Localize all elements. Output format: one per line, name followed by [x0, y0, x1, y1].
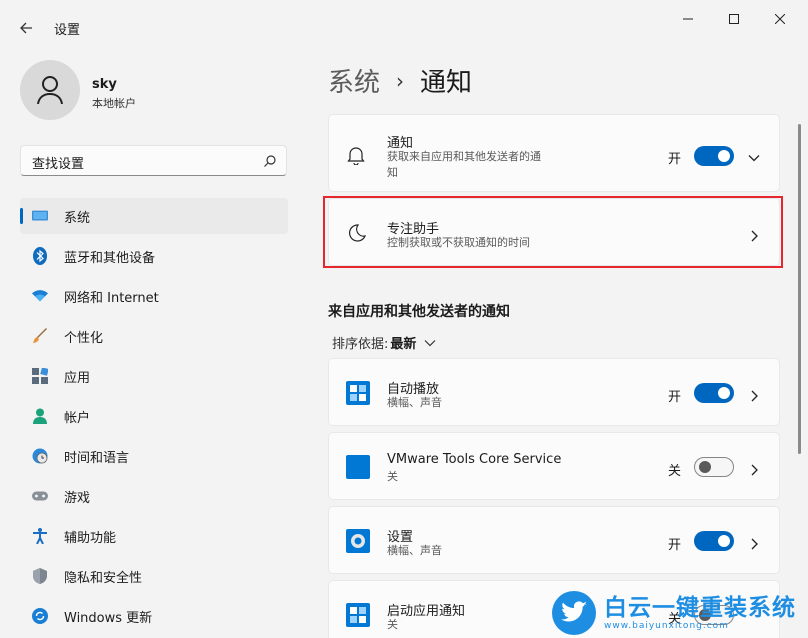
- chevron-down-icon: [424, 339, 436, 346]
- watermark-url: www.baiyunxitong.com: [604, 621, 729, 631]
- bluetooth-icon: [32, 247, 48, 265]
- sidebar-item-label: Windows 更新: [64, 610, 153, 626]
- search-icon: [263, 153, 277, 172]
- app-title: VMware Tools Core Service: [387, 452, 562, 467]
- bell-icon: [346, 145, 366, 169]
- sidebar-item-label: 蓝牙和其他设备: [64, 250, 156, 266]
- autoplay-toggle[interactable]: [694, 383, 734, 403]
- section-title: 来自应用和其他发送者的通知: [328, 304, 510, 320]
- close-button[interactable]: [757, 8, 803, 30]
- sidebar-item-label: 系统: [64, 210, 91, 226]
- app-title: 设置: [54, 23, 81, 38]
- watermark-logo: 白云一键重装系统 www.baiyunxitong.com: [552, 588, 808, 638]
- toggle-label: 开: [668, 538, 682, 553]
- chevron-down-icon[interactable]: [748, 149, 760, 168]
- avatar[interactable]: [20, 60, 80, 120]
- settings-toggle[interactable]: [694, 531, 734, 551]
- breadcrumb-separator: ›: [396, 68, 405, 93]
- sidebar-item-windows-update[interactable]: Windows 更新: [20, 598, 288, 634]
- chevron-right-icon[interactable]: [748, 535, 760, 554]
- highlight-box: [323, 196, 783, 268]
- sidebar-item-label: 隐私和安全性: [64, 570, 143, 586]
- settings-window: 设置 sky 本地帐户 查找设置 系统 蓝牙和其他设备 网络和 Internet…: [0, 0, 808, 638]
- toggle-label: 关: [668, 464, 682, 479]
- sidebar-item-privacy[interactable]: 隐私和安全性: [20, 558, 288, 594]
- app-subtitle: 横幅、声音: [387, 544, 442, 557]
- notifications-toggle[interactable]: [694, 146, 734, 166]
- app-row-vmware[interactable]: VMware Tools Core Service 关 关: [328, 432, 780, 500]
- settings-app-icon: [346, 529, 370, 557]
- accessibility-icon: [32, 528, 48, 544]
- sort-label: 排序依据:: [332, 337, 389, 352]
- notifications-card[interactable]: 通知 获取来自应用和其他发送者的通 知 开: [328, 114, 780, 192]
- sort-value: 最新: [390, 337, 417, 352]
- app-subtitle: 横幅、声音: [387, 396, 442, 409]
- sidebar-item-label: 帐户: [64, 410, 91, 426]
- globe-clock-icon: [32, 448, 48, 464]
- vmware-app-icon: [346, 455, 370, 479]
- watermark-text: 白云一键重装系统: [604, 595, 796, 621]
- app-title: 启动应用通知: [387, 604, 466, 619]
- startup-app-icon: [346, 603, 370, 631]
- sidebar-item-accessibility[interactable]: 辅助功能: [20, 518, 288, 554]
- sidebar-item-label: 网络和 Internet: [64, 290, 159, 306]
- sidebar-item-label: 辅助功能: [64, 530, 117, 546]
- monitor-icon: [32, 208, 48, 224]
- sidebar-nav: 系统 蓝牙和其他设备 网络和 Internet 个性化 应用 帐户 时间和语言 …: [20, 198, 288, 638]
- chevron-right-icon[interactable]: [748, 387, 760, 406]
- minimize-icon: [683, 18, 693, 20]
- sidebar-item-system[interactable]: 系统: [20, 198, 288, 234]
- app-row-settings[interactable]: 设置 横幅、声音 开: [328, 506, 780, 574]
- sidebar-item-time-language[interactable]: 时间和语言: [20, 438, 288, 474]
- close-icon: [775, 14, 785, 24]
- vmware-toggle[interactable]: [694, 457, 734, 477]
- bird-logo-icon: [552, 591, 596, 635]
- toggle-label: 开: [668, 390, 682, 405]
- breadcrumb: 系统 › 通知: [328, 62, 472, 99]
- maximize-icon: [729, 14, 739, 24]
- scrollbar[interactable]: [798, 124, 801, 454]
- app-subtitle: 关: [387, 618, 398, 631]
- sidebar-item-gaming[interactable]: 游戏: [20, 478, 288, 514]
- account-type: 本地帐户: [92, 97, 136, 110]
- title-bar: 设置: [0, 0, 808, 48]
- sidebar-item-label: 时间和语言: [64, 450, 130, 466]
- wifi-icon: [32, 288, 48, 304]
- sidebar-item-label: 应用: [64, 370, 91, 386]
- sidebar-item-apps[interactable]: 应用: [20, 358, 288, 394]
- apps-icon: [32, 368, 48, 384]
- sidebar-item-label: 个性化: [64, 330, 104, 346]
- sort-dropdown[interactable]: 排序依据: 最新: [332, 333, 436, 352]
- app-row-autoplay[interactable]: 自动播放 横幅、声音 开: [328, 358, 780, 426]
- shield-icon: [32, 568, 48, 584]
- person-icon: [32, 408, 48, 424]
- person-icon: [37, 76, 63, 105]
- sidebar-item-network[interactable]: 网络和 Internet: [20, 278, 288, 314]
- sidebar-item-label: 游戏: [64, 490, 91, 506]
- search-input[interactable]: 查找设置: [20, 145, 287, 176]
- sidebar-item-personalization[interactable]: 个性化: [20, 318, 288, 354]
- gamepad-icon: [32, 488, 48, 504]
- update-icon: [32, 608, 48, 624]
- breadcrumb-parent[interactable]: 系统: [328, 62, 380, 99]
- card-subtitle-cont: 知: [387, 166, 398, 179]
- app-subtitle: 关: [387, 470, 398, 483]
- back-arrow-icon: [20, 22, 32, 34]
- user-name: sky: [92, 77, 117, 92]
- toggle-label: 开: [668, 152, 682, 167]
- maximize-button[interactable]: [711, 8, 757, 30]
- card-subtitle: 获取来自应用和其他发送者的通: [387, 150, 541, 163]
- page-title: 通知: [420, 68, 473, 98]
- sidebar-item-bluetooth[interactable]: 蓝牙和其他设备: [20, 238, 288, 274]
- brush-icon: [32, 328, 48, 344]
- search-placeholder: 查找设置: [32, 157, 85, 172]
- minimize-button[interactable]: [665, 8, 711, 30]
- autoplay-app-icon: [346, 381, 370, 409]
- back-button[interactable]: [14, 16, 38, 40]
- chevron-right-icon[interactable]: [748, 461, 760, 480]
- sidebar-item-accounts[interactable]: 帐户: [20, 398, 288, 434]
